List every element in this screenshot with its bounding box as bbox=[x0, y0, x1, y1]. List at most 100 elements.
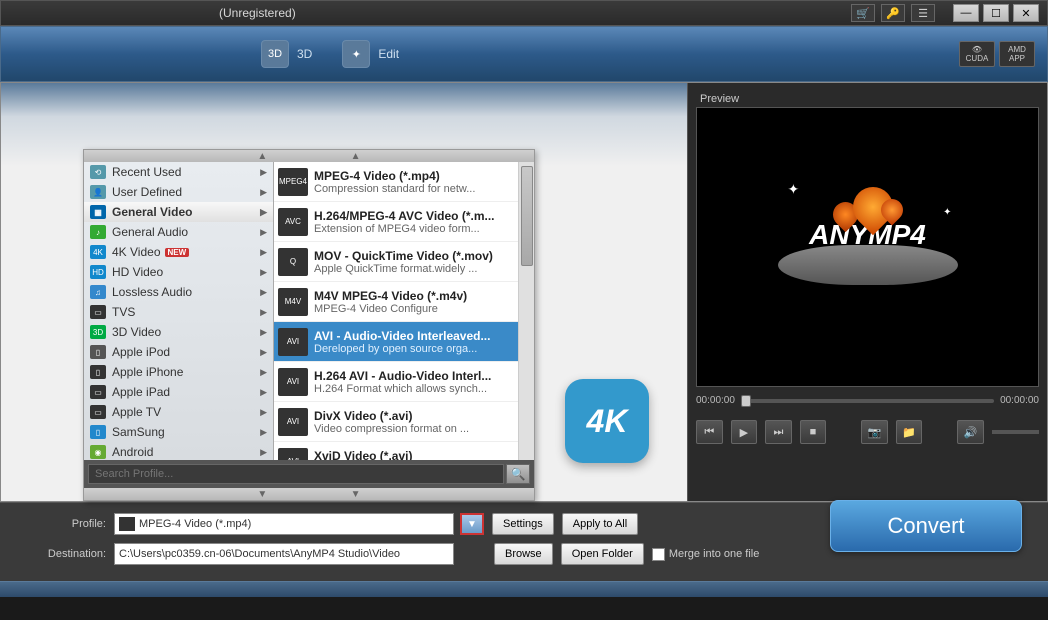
chevron-right-icon: ▶ bbox=[260, 187, 267, 198]
popup-scroll-down[interactable]: ▼ ▼ bbox=[84, 488, 534, 500]
convert-button[interactable]: Convert bbox=[830, 500, 1022, 552]
format-desc: Dereloped by open source orga... bbox=[314, 343, 516, 355]
profile-combo[interactable]: MPEG-4 Video (*.mp4) bbox=[114, 513, 454, 535]
category-icon: ▭ bbox=[90, 385, 106, 399]
chevron-right-icon: ▶ bbox=[260, 447, 267, 458]
volume-slider[interactable] bbox=[992, 430, 1039, 434]
titlebar: (Unregistered) 🛒 🔑 ☰ — ☐ ✕ bbox=[0, 0, 1048, 26]
category-item[interactable]: ▯Apple iPod▶ bbox=[84, 342, 273, 362]
category-icon: ◉ bbox=[90, 445, 106, 459]
chevron-right-icon: ▶ bbox=[260, 407, 267, 418]
destination-label: Destination: bbox=[16, 548, 106, 560]
search-row: 🔍 bbox=[84, 460, 534, 488]
prev-button[interactable]: ⏮ bbox=[696, 420, 723, 444]
category-label: General Audio bbox=[112, 225, 188, 239]
category-item[interactable]: ▭Apple iPad▶ bbox=[84, 382, 273, 402]
format-item[interactable]: AVIXviD Video (*.avi)Video compression f… bbox=[274, 442, 534, 460]
format-item[interactable]: M4VM4V MPEG-4 Video (*.m4v)MPEG-4 Video … bbox=[274, 282, 534, 322]
maximize-button[interactable]: ☐ bbox=[983, 4, 1009, 22]
category-item[interactable]: 👤User Defined▶ bbox=[84, 182, 273, 202]
format-icon: AVI bbox=[278, 368, 308, 396]
category-label: HD Video bbox=[112, 265, 163, 279]
accel-badges: 👁CUDA AMDAPP bbox=[959, 41, 1035, 67]
tool-edit[interactable]: ✦ Edit bbox=[342, 40, 399, 68]
time-row: 00:00:00 00:00:00 bbox=[696, 395, 1039, 406]
play-button[interactable]: ▶ bbox=[731, 420, 758, 444]
format-title: DivX Video (*.avi) bbox=[314, 409, 516, 423]
stop-button[interactable]: ■ bbox=[800, 420, 827, 444]
category-item[interactable]: ⟲Recent Used▶ bbox=[84, 162, 273, 182]
chevron-right-icon: ▶ bbox=[260, 247, 267, 258]
next-button[interactable]: ⏭ bbox=[765, 420, 792, 444]
chevron-right-icon: ▶ bbox=[260, 387, 267, 398]
format-icon: MPEG4 bbox=[278, 168, 308, 196]
category-item[interactable]: ♫Lossless Audio▶ bbox=[84, 282, 273, 302]
chevron-right-icon: ▶ bbox=[260, 267, 267, 278]
merge-checkbox[interactable] bbox=[652, 548, 665, 561]
folder-button[interactable]: 📁 bbox=[896, 420, 923, 444]
browse-button[interactable]: Browse bbox=[494, 543, 553, 565]
profile-dropdown-button[interactable]: ▼ bbox=[460, 513, 484, 535]
category-label: User Defined bbox=[112, 185, 182, 199]
tool-3d[interactable]: 3D 3D bbox=[261, 40, 312, 68]
titlebar-actions: 🛒 🔑 ☰ — ☐ ✕ bbox=[851, 4, 1039, 22]
search-button[interactable]: 🔍 bbox=[506, 464, 530, 484]
format-item[interactable]: AVIDivX Video (*.avi)Video compression f… bbox=[274, 402, 534, 442]
time-slider[interactable] bbox=[741, 399, 994, 403]
category-item[interactable]: ◉Android▶ bbox=[84, 442, 273, 460]
popup-scroll-up[interactable]: ▲ ▲ bbox=[84, 150, 534, 162]
snapshot-button[interactable]: 📷 bbox=[861, 420, 888, 444]
settings-button[interactable]: Settings bbox=[492, 513, 554, 535]
chevron-right-icon: ▶ bbox=[260, 307, 267, 318]
format-item[interactable]: AVIAVI - Audio-Video Interleaved...Derel… bbox=[274, 322, 534, 362]
category-item[interactable]: ▦General Video▶ bbox=[84, 202, 273, 222]
format-title: H.264 AVI - Audio-Video Interl... bbox=[314, 369, 516, 383]
category-item[interactable]: 3D3D Video▶ bbox=[84, 322, 273, 342]
format-desc: Video compression format on ... bbox=[314, 423, 516, 435]
format-title: XviD Video (*.avi) bbox=[314, 449, 516, 461]
category-label: TVS bbox=[112, 305, 135, 319]
format-scrollbar[interactable] bbox=[518, 162, 534, 460]
category-item[interactable]: ♪General Audio▶ bbox=[84, 222, 273, 242]
destination-input[interactable]: C:\Users\pc0359.cn-06\Documents\AnyMP4 S… bbox=[114, 543, 454, 565]
cart-icon[interactable]: 🛒 bbox=[851, 4, 875, 22]
format-title: MOV - QuickTime Video (*.mov) bbox=[314, 249, 516, 263]
category-icon: ♪ bbox=[90, 225, 106, 239]
close-button[interactable]: ✕ bbox=[1013, 4, 1039, 22]
format-item[interactable]: QMOV - QuickTime Video (*.mov)Apple Quic… bbox=[274, 242, 534, 282]
format-desc: Extension of MPEG4 video form... bbox=[314, 223, 516, 235]
category-item[interactable]: ▯SamSung▶ bbox=[84, 422, 273, 442]
chevron-right-icon: ▶ bbox=[260, 167, 267, 178]
category-list[interactable]: ⟲Recent Used▶👤User Defined▶▦General Vide… bbox=[84, 162, 274, 460]
category-icon: ⟲ bbox=[90, 165, 106, 179]
tool-edit-label: Edit bbox=[378, 47, 399, 61]
apply-all-button[interactable]: Apply to All bbox=[562, 513, 638, 535]
volume-button[interactable]: 🔊 bbox=[957, 420, 984, 444]
footer-strip bbox=[0, 581, 1048, 597]
minimize-button[interactable]: — bbox=[953, 4, 979, 22]
format-item[interactable]: AVIH.264 AVI - Audio-Video Interl...H.26… bbox=[274, 362, 534, 402]
window-controls: — ☐ ✕ bbox=[953, 4, 1039, 22]
time-thumb[interactable] bbox=[741, 395, 751, 407]
key-icon[interactable]: 🔑 bbox=[881, 4, 905, 22]
format-item[interactable]: AVCH.264/MPEG-4 AVC Video (*.m...Extensi… bbox=[274, 202, 534, 242]
category-item[interactable]: 4K4K VideoNEW▶ bbox=[84, 242, 273, 262]
category-label: General Video bbox=[112, 205, 192, 219]
category-item[interactable]: HDHD Video▶ bbox=[84, 262, 273, 282]
merge-checkbox-label[interactable]: Merge into one file bbox=[652, 548, 760, 561]
format-list[interactable]: MPEG4MPEG-4 Video (*.mp4)Compression sta… bbox=[274, 162, 534, 460]
category-icon: ▦ bbox=[90, 205, 106, 219]
scroll-thumb[interactable] bbox=[521, 166, 533, 266]
menu-icon[interactable]: ☰ bbox=[911, 4, 935, 22]
titlebar-text: (Unregistered) bbox=[219, 6, 296, 20]
format-desc: Compression standard for netw... bbox=[314, 183, 516, 195]
format-item[interactable]: MPEG4MPEG-4 Video (*.mp4)Compression sta… bbox=[274, 162, 534, 202]
category-item[interactable]: ▭TVS▶ bbox=[84, 302, 273, 322]
category-item[interactable]: ▭Apple TV▶ bbox=[84, 402, 273, 422]
search-input[interactable] bbox=[88, 464, 504, 484]
format-title: M4V MPEG-4 Video (*.m4v) bbox=[314, 289, 516, 303]
format-icon: Q bbox=[278, 248, 308, 276]
category-item[interactable]: ▯Apple iPhone▶ bbox=[84, 362, 273, 382]
toolbar: 3D 3D ✦ Edit 👁CUDA AMDAPP bbox=[0, 26, 1048, 82]
open-folder-button[interactable]: Open Folder bbox=[561, 543, 644, 565]
